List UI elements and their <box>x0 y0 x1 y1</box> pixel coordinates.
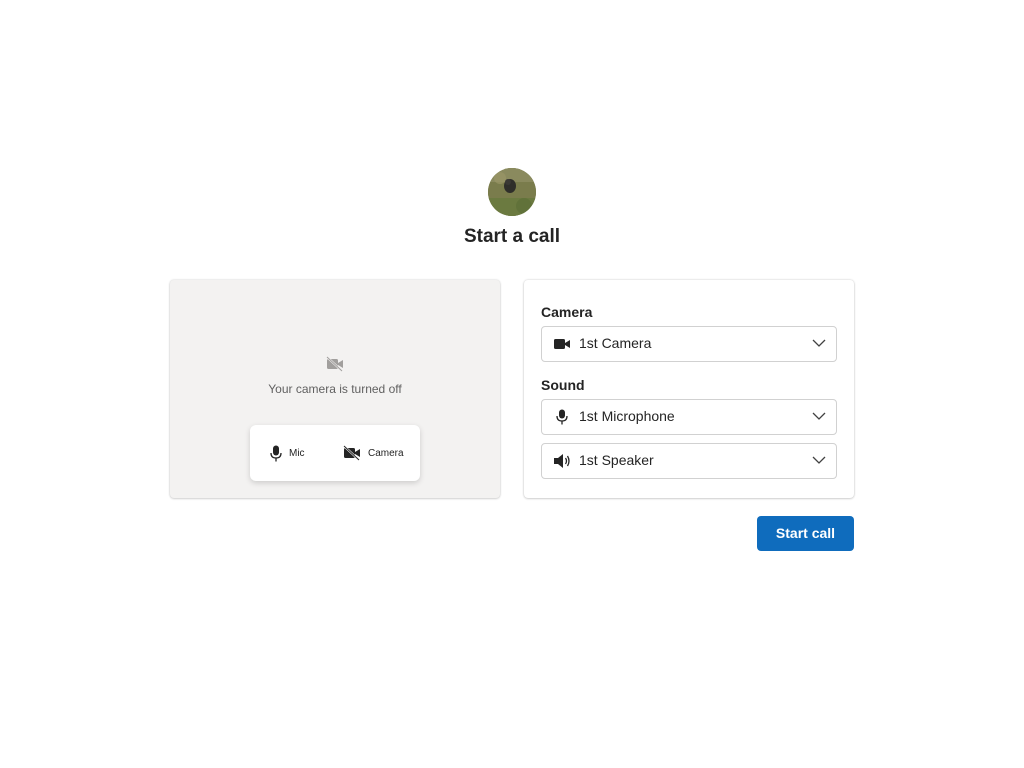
page-title: Start a call <box>463 226 561 247</box>
camera-select[interactable]: 1st Camera <box>541 326 837 362</box>
avatar-image <box>488 168 536 216</box>
camera-off-message: Your camera is turned off <box>268 382 402 396</box>
mic-toggle-button[interactable]: Mic <box>270 425 305 481</box>
speaker-select[interactable]: 1st Speaker <box>541 443 837 479</box>
camera-section-label: Camera <box>541 304 593 320</box>
microphone-select-value: 1st Microphone <box>579 408 675 424</box>
camera-toggle-button[interactable]: Camera <box>343 425 404 481</box>
start-call-button[interactable]: Start call <box>757 516 854 551</box>
video-off-icon <box>326 356 343 372</box>
device-toggle-bar: Mic Camera <box>250 425 420 481</box>
chevron-down-icon <box>812 339 826 347</box>
microphone-select[interactable]: 1st Microphone <box>541 399 837 435</box>
start-call-page: Start a call Your camera is turned off M… <box>0 0 1024 768</box>
camera-toggle-label: Camera <box>368 447 404 459</box>
sound-section-label: Sound <box>541 377 585 393</box>
speaker-select-value: 1st Speaker <box>579 452 654 468</box>
video-off-icon <box>343 445 360 461</box>
microphone-icon <box>556 409 568 425</box>
avatar <box>488 168 536 216</box>
chevron-down-icon <box>812 456 826 464</box>
speaker-icon <box>554 454 570 468</box>
camera-preview: Your camera is turned off Mic Camera <box>170 280 500 498</box>
mic-toggle-label: Mic <box>289 447 305 459</box>
camera-select-value: 1st Camera <box>579 335 652 351</box>
device-settings-panel: Camera 1st Camera Sound 1st Microphone 1… <box>524 280 854 498</box>
microphone-icon <box>270 445 282 461</box>
chevron-down-icon <box>812 412 826 420</box>
video-camera-icon <box>554 339 570 349</box>
